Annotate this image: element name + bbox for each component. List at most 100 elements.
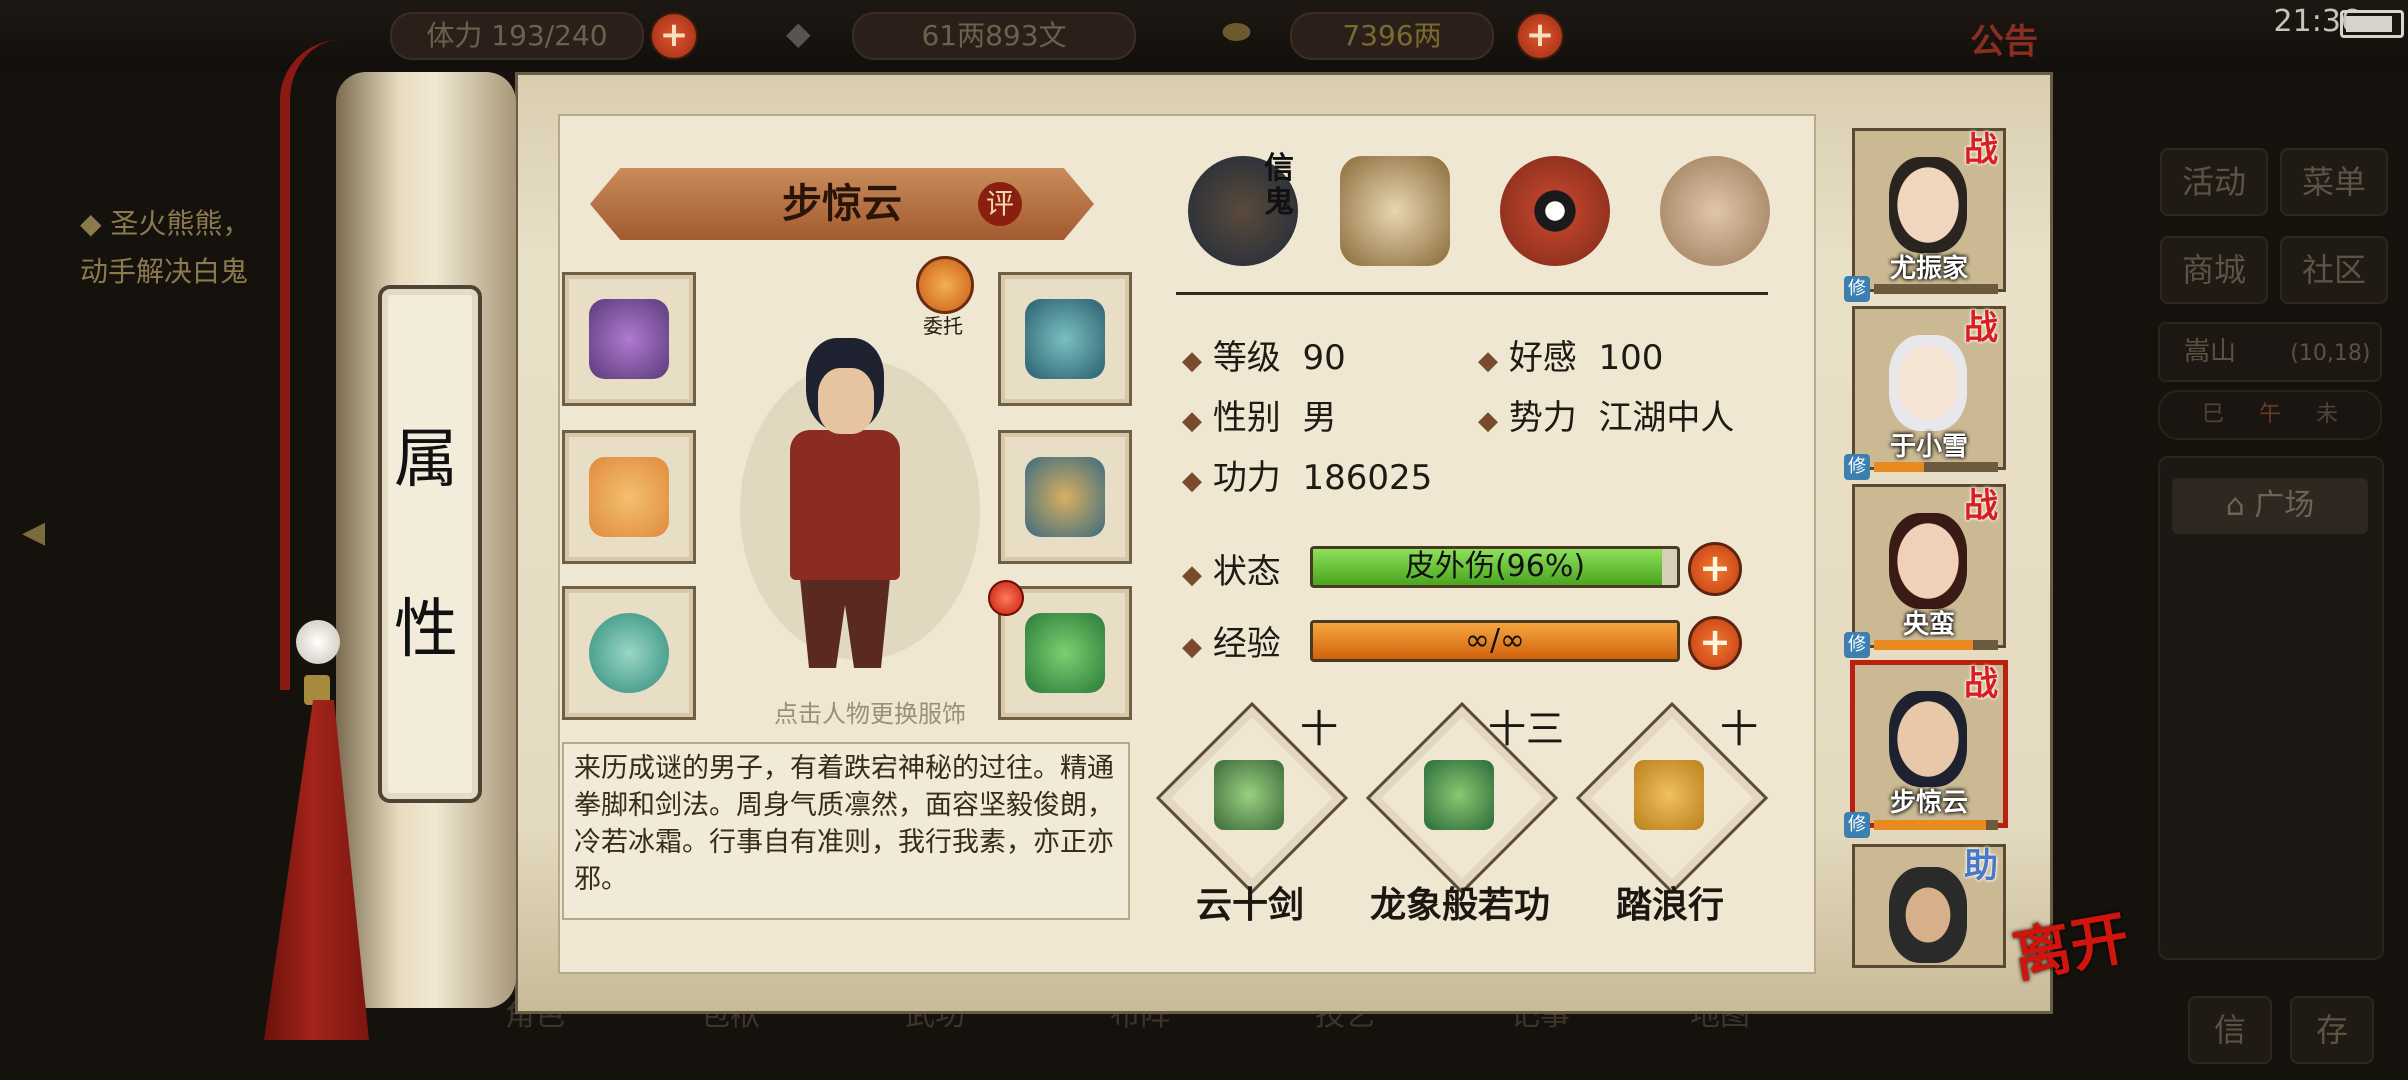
roster-name-4: 步惊云 — [1889, 788, 1968, 818]
roster-name-2: 于小雪 — [1889, 432, 1968, 462]
character-figure-face[interactable] — [818, 368, 874, 434]
add-gold-button[interactable]: + — [1516, 12, 1564, 60]
equip-slot-armor[interactable] — [998, 430, 1132, 564]
gender-row: ◆ 性别 男 — [1182, 398, 1337, 438]
level-row: ◆ 等级 90 — [1182, 338, 1346, 378]
gender-label: 性别 — [1212, 398, 1281, 438]
level-label: 等级 — [1212, 338, 1281, 378]
quest-line-1: ◆ 圣火熊熊， — [80, 207, 251, 240]
skill-name-3: 踏浪行 — [1615, 885, 1724, 926]
home-icon: ⌂ — [2225, 488, 2255, 523]
gold-value: 7396两 — [1290, 12, 1494, 60]
meridian-body-icon[interactable] — [1660, 156, 1770, 266]
battle-badge: 战 — [1964, 664, 1998, 704]
gold-ingot-icon: ⬬ — [1222, 12, 1252, 52]
train-progress — [1874, 462, 1998, 472]
helmet-icon — [1025, 299, 1105, 379]
skill-level-2: 十三 — [1488, 707, 1565, 751]
silver-value: 61两893文 — [852, 12, 1136, 60]
bell-icon — [1025, 613, 1105, 693]
heal-button[interactable]: + — [1688, 542, 1742, 596]
faction-value: 江湖中人 — [1598, 398, 1735, 438]
armor-icon — [1025, 457, 1105, 537]
train-badge: 修 — [1844, 276, 1870, 302]
activity-button[interactable]: 活动 — [2160, 148, 2268, 216]
faction-row: ◆ 势力 江湖中人 — [1478, 398, 1735, 438]
sword-scroll-icon — [1214, 760, 1284, 830]
status-text: 皮外伤(96%) — [1404, 549, 1586, 584]
favor-row: ◆ 好感 100 — [1478, 338, 1664, 378]
skill-name-1: 云十剑 — [1195, 885, 1304, 926]
power-row: ◆ 功力 186025 — [1182, 458, 1433, 498]
avatar — [1889, 335, 1967, 431]
exp-text: ∞/∞ — [1464, 623, 1526, 658]
shop-button[interactable]: 商城 — [2160, 236, 2268, 304]
train-progress — [1874, 820, 1998, 830]
bagua-icon[interactable] — [1500, 156, 1610, 266]
notification-dot — [988, 580, 1024, 616]
equip-slot-weapon[interactable] — [562, 430, 696, 564]
power-label: 功力 — [1212, 458, 1281, 498]
collapse-left-arrow-icon[interactable]: ◀ — [22, 515, 62, 559]
stamina-display: 体力 193/240 — [390, 12, 644, 60]
exp-bar: ∞/∞ — [1310, 620, 1680, 662]
save-button[interactable]: 存 — [2290, 996, 2374, 1064]
chat-channel-tab[interactable]: ⌂ 广场 — [2172, 478, 2368, 534]
community-button[interactable]: 社区 — [2280, 236, 2388, 304]
time-char-2: 午 — [2258, 402, 2281, 427]
train-progress — [1874, 640, 1998, 650]
battle-badge: 战 — [1964, 486, 1998, 526]
ring-icon — [589, 613, 669, 693]
delegate-label: 委托 — [923, 314, 963, 338]
sword-icon — [589, 457, 669, 537]
status-label: 状态 — [1212, 552, 1281, 592]
martial-scroll-icon — [1424, 760, 1494, 830]
time-of-day-dial: 巳 午 未 — [2158, 390, 2382, 440]
character-figure[interactable] — [790, 430, 900, 580]
character-description: 来历成谜的男子，有着跌宕神秘的过往。精通拳脚和剑法。周身气质凛然，面容坚毅俊朗，… — [562, 742, 1130, 920]
location-name: 嵩山 — [2184, 337, 2237, 367]
menu-button[interactable]: 菜单 — [2280, 148, 2388, 216]
roster-name-3: 央蛮 — [1902, 610, 1955, 640]
time-char-1: 巳 — [2202, 402, 2225, 427]
status-bar: 皮外伤(96%) — [1310, 546, 1680, 588]
quest-tracker[interactable]: ◆ 圣火熊熊， 动手解决白鬼 — [80, 200, 250, 296]
location-display[interactable]: 嵩山 (10,18) — [2158, 322, 2382, 382]
skill-level-1: 十 — [1300, 707, 1339, 751]
gender-value: 男 — [1302, 398, 1337, 438]
avatar — [1889, 867, 1967, 963]
train-badge: 修 — [1844, 454, 1870, 480]
faction-label: 势力 — [1508, 398, 1577, 438]
train-progress — [1874, 284, 1998, 294]
chat-channel-label: 广场 — [2254, 488, 2315, 523]
scroll-map-icon[interactable] — [1340, 156, 1450, 266]
add-exp-button[interactable]: + — [1688, 616, 1742, 670]
assist-badge: 助 — [1964, 846, 1998, 886]
equip-slot-ring[interactable] — [562, 586, 696, 720]
scroll-label-card — [378, 285, 482, 803]
change-outfit-hint: 点击人物更换服饰 — [774, 700, 966, 728]
delegate-button[interactable]: 委托 — [908, 256, 978, 338]
scroll-label-char-1: 属 — [394, 423, 458, 497]
train-badge: 修 — [1844, 812, 1870, 838]
favor-label: 好感 — [1508, 338, 1577, 378]
scroll-label-char-2: 性 — [394, 593, 458, 667]
roster-name-1: 尤振家 — [1889, 254, 1968, 284]
mail-button[interactable]: 信 — [2188, 996, 2272, 1064]
add-stamina-button[interactable]: + — [650, 12, 698, 60]
divider — [1176, 292, 1768, 295]
stamina-label: 体力 — [426, 19, 483, 52]
notice-button[interactable]: 公告 — [1970, 14, 2038, 63]
stamina-value: 193/240 — [491, 19, 608, 52]
battle-badge: 战 — [1964, 308, 1998, 348]
level-value: 90 — [1302, 338, 1346, 378]
location-coords: (10,18) — [2290, 341, 2371, 366]
rate-button[interactable]: 评 — [978, 182, 1022, 226]
avatar — [1889, 513, 1967, 609]
battle-badge: 战 — [1964, 130, 1998, 170]
status-row: ◆ 状态 — [1182, 552, 1281, 592]
equip-slot-gauntlets[interactable] — [562, 272, 696, 406]
quest-line-2: 动手解决白鬼 — [80, 255, 249, 288]
equip-slot-helmet[interactable] — [998, 272, 1132, 406]
power-value: 186025 — [1302, 458, 1433, 498]
